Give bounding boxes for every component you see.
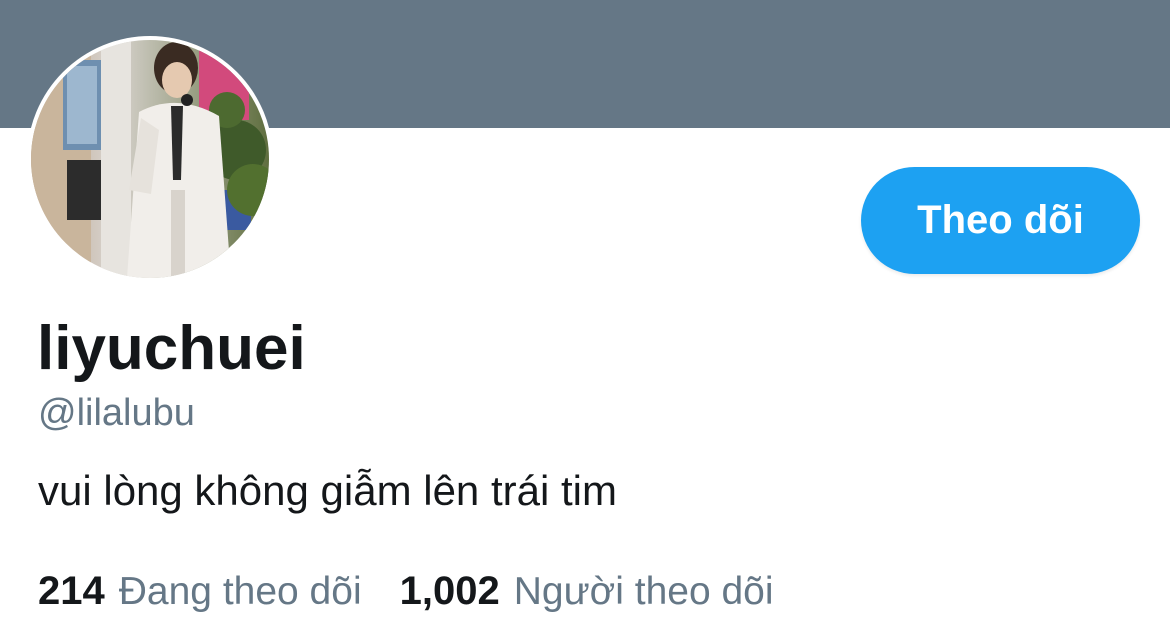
username-handle: @lilalubu (38, 392, 195, 434)
follow-button[interactable]: Theo dõi (861, 167, 1140, 274)
profile-stats: 214 Đang theo dõi 1,002 Người theo dõi (38, 566, 774, 617)
followers-count: 1,002 (399, 569, 500, 613)
followers-label: Người theo dõi (513, 570, 774, 613)
profile-bio: vui lòng không giẫm lên trái tim (38, 467, 617, 514)
following-link[interactable]: 214 Đang theo dõi (38, 566, 362, 617)
followers-link[interactable]: 1,002 Người theo dõi (400, 566, 774, 617)
following-label: Đang theo dõi (118, 570, 362, 613)
profile-page: Theo dõi liyuchuei @lilalubu vui lòng kh… (0, 0, 1170, 634)
avatar[interactable] (27, 36, 273, 282)
display-name: liyuchuei (37, 314, 306, 383)
avatar-photo (31, 40, 269, 278)
following-count: 214 (38, 569, 105, 613)
